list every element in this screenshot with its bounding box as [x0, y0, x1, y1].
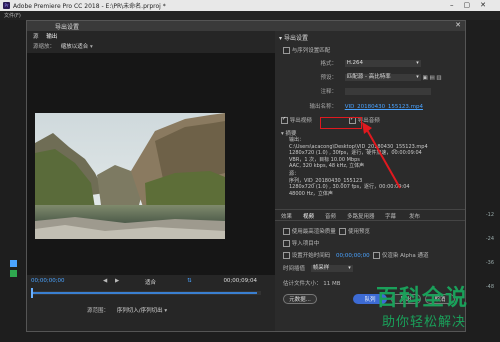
preset-row: 预设： 匹配源 - 高比特率 ▣ ▤ ▥ [283, 73, 442, 81]
import-project-checkbox[interactable] [283, 240, 290, 247]
premiere-logo-icon: Pr [3, 2, 10, 9]
summary-output-line: AAC, 320 kbps, 48 kHz, 立体声 [289, 163, 365, 169]
summary-output-line: 1280x720 (1.0) , 30fps，逐行，硬件加速，00:00:09:… [289, 150, 422, 156]
set-timecode-checkbox[interactable] [283, 252, 290, 259]
preview-pane: 源 输出 源缩放： 缩放以适合 ▾ 00;00;00;00 ◀ ▶ 适合 ⇅ 0… [27, 31, 275, 331]
tab-audio[interactable]: 音频 [325, 212, 336, 220]
render-alpha-label: 仅渲染 Alpha 通道 [381, 253, 429, 259]
format-select[interactable]: H.264 [344, 60, 421, 67]
tool-icon[interactable] [10, 270, 17, 277]
file-size-value: 11 MB [323, 281, 341, 287]
timecode-current[interactable]: 00;00;00;00 [31, 278, 65, 284]
dialog-title: 导出设置 [55, 24, 80, 31]
match-sequence-checkbox[interactable] [283, 47, 290, 54]
metadata-button[interactable]: 元数据... [283, 294, 317, 304]
dialog-titlebar: 导出设置 ✕ [27, 21, 465, 31]
app-titlebar: Pr Adobe Premiere Pro CC 2018 - E:\PR\未命… [0, 0, 500, 11]
app-left-panel [0, 20, 26, 342]
comments-input[interactable] [344, 88, 431, 95]
comments-row: 注释： [283, 87, 431, 95]
match-sequence-label: 与序列设置匹配 [291, 48, 331, 54]
chevron-down-icon: ▾ [279, 35, 283, 42]
import-project-row: 导入项目中 [283, 239, 319, 247]
export-video-row: 导出视频 [281, 116, 312, 124]
max-render-label: 使用最高渲染质量 [291, 229, 336, 235]
export-video-label: 导出视频 [289, 118, 312, 124]
tab-video[interactable]: 视频 [303, 212, 314, 220]
source-scaling-select[interactable]: 缩放以适合 [61, 44, 89, 50]
format-label: 格式： [320, 61, 337, 67]
tab-captions[interactable]: 字幕 [385, 212, 396, 220]
source-range-select[interactable]: 序列切入/序列切出 [117, 308, 163, 314]
preset-label: 预设： [320, 75, 337, 81]
close-icon[interactable]: ✕ [455, 21, 461, 29]
file-size-row: 估计文件大小： 11 MB [283, 279, 341, 287]
match-sequence-row: 与序列设置匹配 [283, 46, 330, 54]
summary-output: 输出： C:\Users\acacong\Desktop\VID_2018043… [289, 137, 428, 170]
fit-select[interactable]: 适合 [145, 278, 156, 286]
video-preview [27, 53, 275, 275]
interpolation-select[interactable]: 帧采样 [310, 265, 353, 272]
timecode-start-row: 设置开始时间码 00;00;00;00 仅渲染 Alpha 通道 [283, 251, 428, 259]
file-size-label: 估计文件大小： [283, 281, 322, 287]
output-name-label: 输出名称： [309, 104, 337, 110]
playhead[interactable] [31, 288, 33, 298]
watermark-logo: 百科全说 助你轻松解决 [372, 280, 492, 332]
tab-source[interactable]: 源 [33, 34, 39, 40]
tab-multiplexer[interactable]: 多路复用器 [347, 212, 375, 220]
tab-effects[interactable]: 效果 [281, 212, 292, 220]
settings-tabs: 效果 视频 音频 多路复用器 字幕 发布 [275, 209, 465, 221]
tool-icon[interactable] [10, 260, 17, 267]
use-previews-checkbox[interactable] [339, 228, 347, 235]
source-range-row: 源范围： 序列切入/序列切出 ▾ [87, 308, 168, 314]
source-range-label: 源范围： [87, 308, 110, 314]
export-settings-header[interactable]: ▾ 导出设置 [279, 33, 308, 42]
highlight-box [320, 117, 362, 129]
use-previews-label: 使用预览 [348, 229, 371, 235]
menu-file[interactable]: 文件(F) [4, 12, 21, 19]
app-menubar: 文件(F) [0, 11, 500, 20]
chevron-down-icon: ▾ [281, 131, 284, 137]
output-name-link[interactable]: VID_20180430_155123.mp4 [345, 104, 423, 110]
source-output-tabs: 源 输出 [33, 32, 63, 40]
tab-publish[interactable]: 发布 [409, 212, 420, 220]
mark-out-icon[interactable]: ▶ [115, 278, 119, 284]
interpolation-row: 时间插值 帧采样 [283, 264, 353, 272]
timecode-row: 00;00;00;00 ◀ ▶ 适合 ⇅ 00;00;09;04 [27, 277, 275, 287]
comments-label: 注释： [320, 89, 337, 95]
watermark-title: 百科全说 [376, 286, 469, 311]
output-name-row: 输出名称： VID_20180430_155123.mp4 [283, 102, 423, 110]
interpolation-label: 时间插值 [283, 266, 306, 272]
format-row: 格式： H.264 [283, 59, 421, 67]
max-render-checkbox[interactable] [283, 228, 290, 235]
max-render-row: 使用最高渲染质量 使用预览 [283, 227, 370, 235]
start-timecode-value[interactable]: 00;00;00;00 [336, 253, 370, 259]
preset-select[interactable]: 匹配源 - 高比特率 [344, 74, 421, 81]
annotation-arrow [362, 122, 401, 189]
mark-in-icon[interactable]: ◀ [103, 278, 107, 284]
scrub-range-fill [31, 292, 257, 294]
watermark-subtitle: 助你轻松解决 [382, 315, 467, 330]
tab-output[interactable]: 输出 [46, 34, 57, 40]
set-timecode-label: 设置开始时间码 [291, 253, 331, 259]
source-scaling-row: 源缩放： 缩放以适合 ▾ [33, 44, 93, 50]
timeline-scrubber[interactable] [31, 288, 261, 298]
export-video-checkbox[interactable] [281, 116, 288, 124]
window-controls[interactable]: –▢✕ [450, 1, 496, 9]
scrub-icon[interactable]: ⇅ [187, 278, 192, 284]
import-project-label: 导入项目中 [291, 241, 320, 247]
summary-header[interactable]: ▾ 摘要 [281, 129, 297, 137]
source-scaling-label: 源缩放： [33, 44, 56, 50]
preview-frame-image [35, 113, 225, 239]
save-preset-icon[interactable]: ▣ ▤ ▥ [423, 75, 442, 81]
render-alpha-checkbox[interactable] [373, 252, 381, 259]
timecode-end: 00;00;09;04 [223, 278, 257, 284]
app-title: Adobe Premiere Pro CC 2018 - E:\PR\未命名.p… [13, 3, 166, 10]
